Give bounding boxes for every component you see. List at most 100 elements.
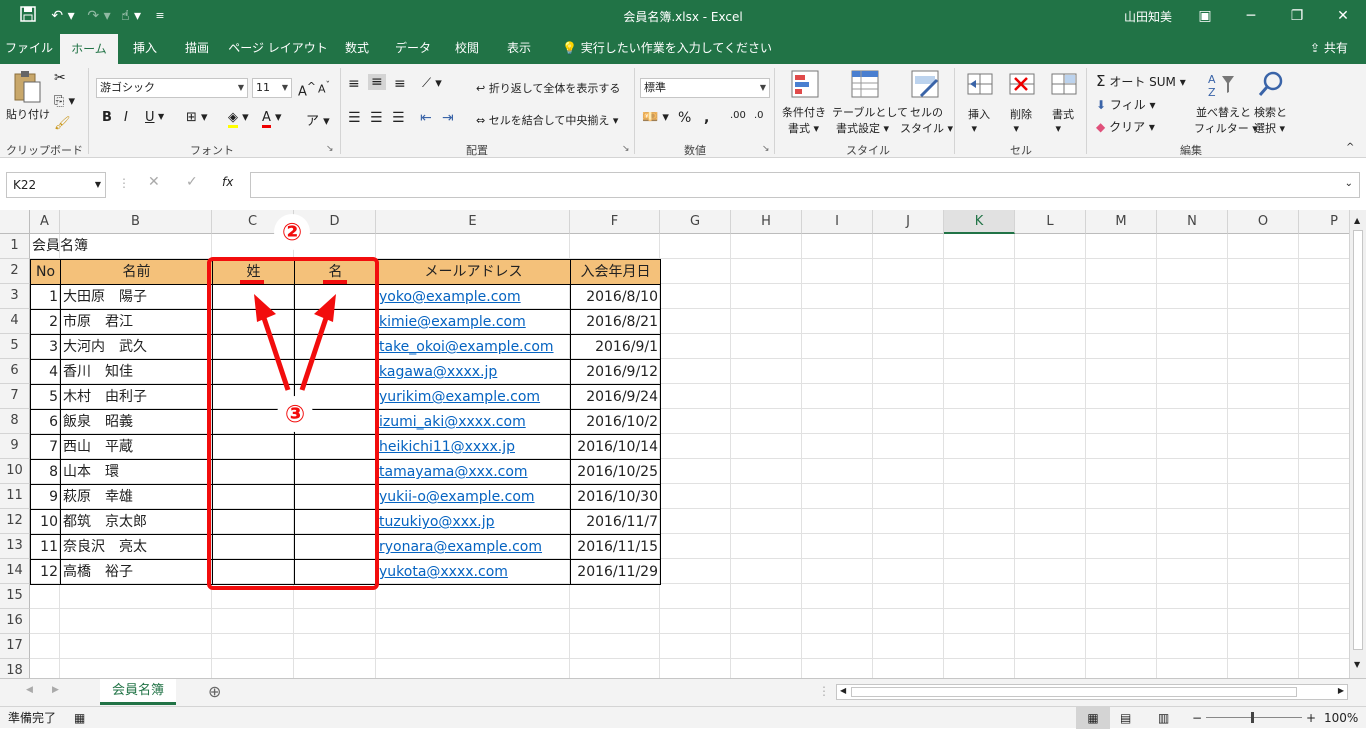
clear-button[interactable]: ◆ クリア ▾ [1096,118,1155,135]
cell-styles-button[interactable]: セルの [910,104,943,120]
cell-email[interactable]: yukii-o@example.com [376,484,571,510]
dialog-launcher-icon[interactable]: ↘ [762,144,770,154]
cell-no[interactable]: 8 [30,459,61,485]
fill-button[interactable]: ⬇ フィル ▾ [1096,96,1156,113]
tell-me-box[interactable]: 💡 実行したい作業を入力してください [562,32,772,64]
row-header-4[interactable]: 4 [0,309,30,334]
align-bottom-icon[interactable]: ≡ [394,76,406,92]
sort-filter-icon[interactable]: AZ [1206,70,1236,100]
row-header-2[interactable]: 2 [0,259,30,284]
next-sheet-icon[interactable]: ▶ [52,685,59,695]
ribbon-display-icon[interactable]: ▣ [1182,0,1228,32]
name-box[interactable]: K22 ▼ [6,172,106,198]
chevron-down-icon[interactable]: ▼ [158,112,164,121]
conditional-format-label2[interactable]: 書式 ▾ [788,120,819,136]
column-header-i[interactable]: I [802,210,873,234]
scroll-right-icon[interactable]: ▶ [1338,686,1344,695]
enter-icon[interactable]: ✓ [186,174,198,190]
paste-button[interactable]: 貼り付け [6,106,50,122]
insert-function-icon[interactable]: fx [222,175,233,189]
cell-no[interactable]: 7 [30,434,61,460]
close-icon[interactable]: ✕ [1320,0,1366,32]
collapse-ribbon-icon[interactable]: ^ [1346,142,1354,153]
find-select-icon[interactable] [1256,70,1286,100]
cell-no[interactable]: 2 [30,309,61,335]
zoom-out-icon[interactable]: − [1192,707,1202,729]
tab-page-layout[interactable]: ページ レイアウト [226,32,330,64]
tab-draw[interactable]: 描画 [174,32,220,64]
cell-name[interactable]: 山本 環 [60,459,213,485]
conditional-format-button[interactable]: 条件付き [782,104,826,120]
cell-no[interactable]: 4 [30,359,61,385]
row-header-6[interactable]: 6 [0,359,30,384]
cell-date[interactable]: 2016/11/29 [570,559,661,585]
autosum-button[interactable]: Σ オート SUM ▾ [1096,72,1186,90]
column-header-h[interactable]: H [731,210,802,234]
column-header-k[interactable]: K [944,210,1015,234]
row-header-13[interactable]: 13 [0,534,30,559]
sort-filter-button[interactable]: 並べ替えと [1196,104,1251,120]
cell-date[interactable]: 2016/10/25 [570,459,661,485]
user-name[interactable]: 山田知美 [1124,8,1172,25]
tab-home[interactable]: ホーム [60,34,118,64]
zoom-in-icon[interactable]: + [1306,707,1316,729]
borders-icon[interactable]: ⊞ ▾ [186,110,208,125]
zoom-slider[interactable] [1206,717,1302,718]
row-header-16[interactable]: 16 [0,609,30,634]
increase-indent-icon[interactable]: ⇥ [442,110,454,126]
column-header-o[interactable]: O [1228,210,1299,234]
row-header-1[interactable]: 1 [0,234,30,259]
find-select-button[interactable]: 検索と [1254,104,1287,120]
scroll-up-icon[interactable]: ▲ [1354,216,1360,225]
delete-cells-icon[interactable] [1008,70,1036,100]
cell-email[interactable]: heikichi11@xxxx.jp [376,434,571,460]
restore-icon[interactable]: ❐ [1274,0,1320,32]
cell-name[interactable]: 西山 平蔵 [60,434,213,460]
row-header-12[interactable]: 12 [0,509,30,534]
cell-styles-icon[interactable] [910,70,940,100]
cell-email[interactable]: ryonara@example.com [376,534,571,560]
shrink-font-button[interactable]: Aˇ [318,80,330,96]
row-header-15[interactable]: 15 [0,584,30,609]
cell-email[interactable]: take_okoi@example.com [376,334,571,360]
tab-view[interactable]: 表示 [496,32,542,64]
cell-name[interactable]: 木村 由利子 [60,384,213,410]
format-as-table-icon[interactable] [850,70,880,100]
column-header-e[interactable]: E [376,210,570,234]
align-top-icon[interactable]: ≡ [348,76,360,92]
copy-icon[interactable]: ⎘ ▾ [54,94,75,109]
cell-date[interactable]: 2016/9/24 [570,384,661,410]
cell-email[interactable]: kagawa@xxxx.jp [376,359,571,385]
column-header-n[interactable]: N [1157,210,1228,234]
cell-date[interactable]: 2016/10/2 [570,409,661,435]
decrease-decimal-icon[interactable]: .0 [754,110,764,121]
insert-cells-icon[interactable] [966,70,994,100]
align-center-icon[interactable]: ☰ [370,110,383,126]
select-all-corner[interactable] [0,210,30,234]
orientation-icon[interactable]: ⟋ ▾ [422,76,442,91]
zoom-slider-thumb[interactable] [1251,712,1254,723]
conditional-format-icon[interactable] [790,70,820,100]
cancel-icon[interactable]: ✕ [148,174,160,190]
horizontal-scrollbar[interactable]: ◀ ▶ [836,684,1348,700]
increase-decimal-icon[interactable]: .00 [730,110,746,121]
scroll-thumb[interactable] [1353,230,1363,650]
split-handle-icon[interactable]: ⋮ [818,684,830,698]
cell-email[interactable]: kimie@example.com [376,309,571,335]
align-right-icon[interactable]: ☰ [392,110,405,126]
cell-no[interactable]: 3 [30,334,61,360]
cell-date[interactable]: 2016/11/15 [570,534,661,560]
bold-button[interactable]: B [102,110,112,125]
macro-record-icon[interactable]: ▦ [74,707,85,729]
cell-no[interactable]: 1 [30,284,61,310]
percent-button[interactable]: % [678,110,691,126]
prev-sheet-icon[interactable]: ◀ [26,685,33,695]
cell-name[interactable]: 都筑 京太郎 [60,509,213,535]
row-header-11[interactable]: 11 [0,484,30,509]
cell-name[interactable]: 市原 君江 [60,309,213,335]
grow-font-button[interactable]: A^ [298,80,316,99]
dialog-launcher-icon[interactable]: ↘ [622,144,630,154]
format-as-table-label2[interactable]: 書式設定 ▾ [836,120,889,136]
row-header-10[interactable]: 10 [0,459,30,484]
comma-button[interactable]: , [704,110,709,126]
